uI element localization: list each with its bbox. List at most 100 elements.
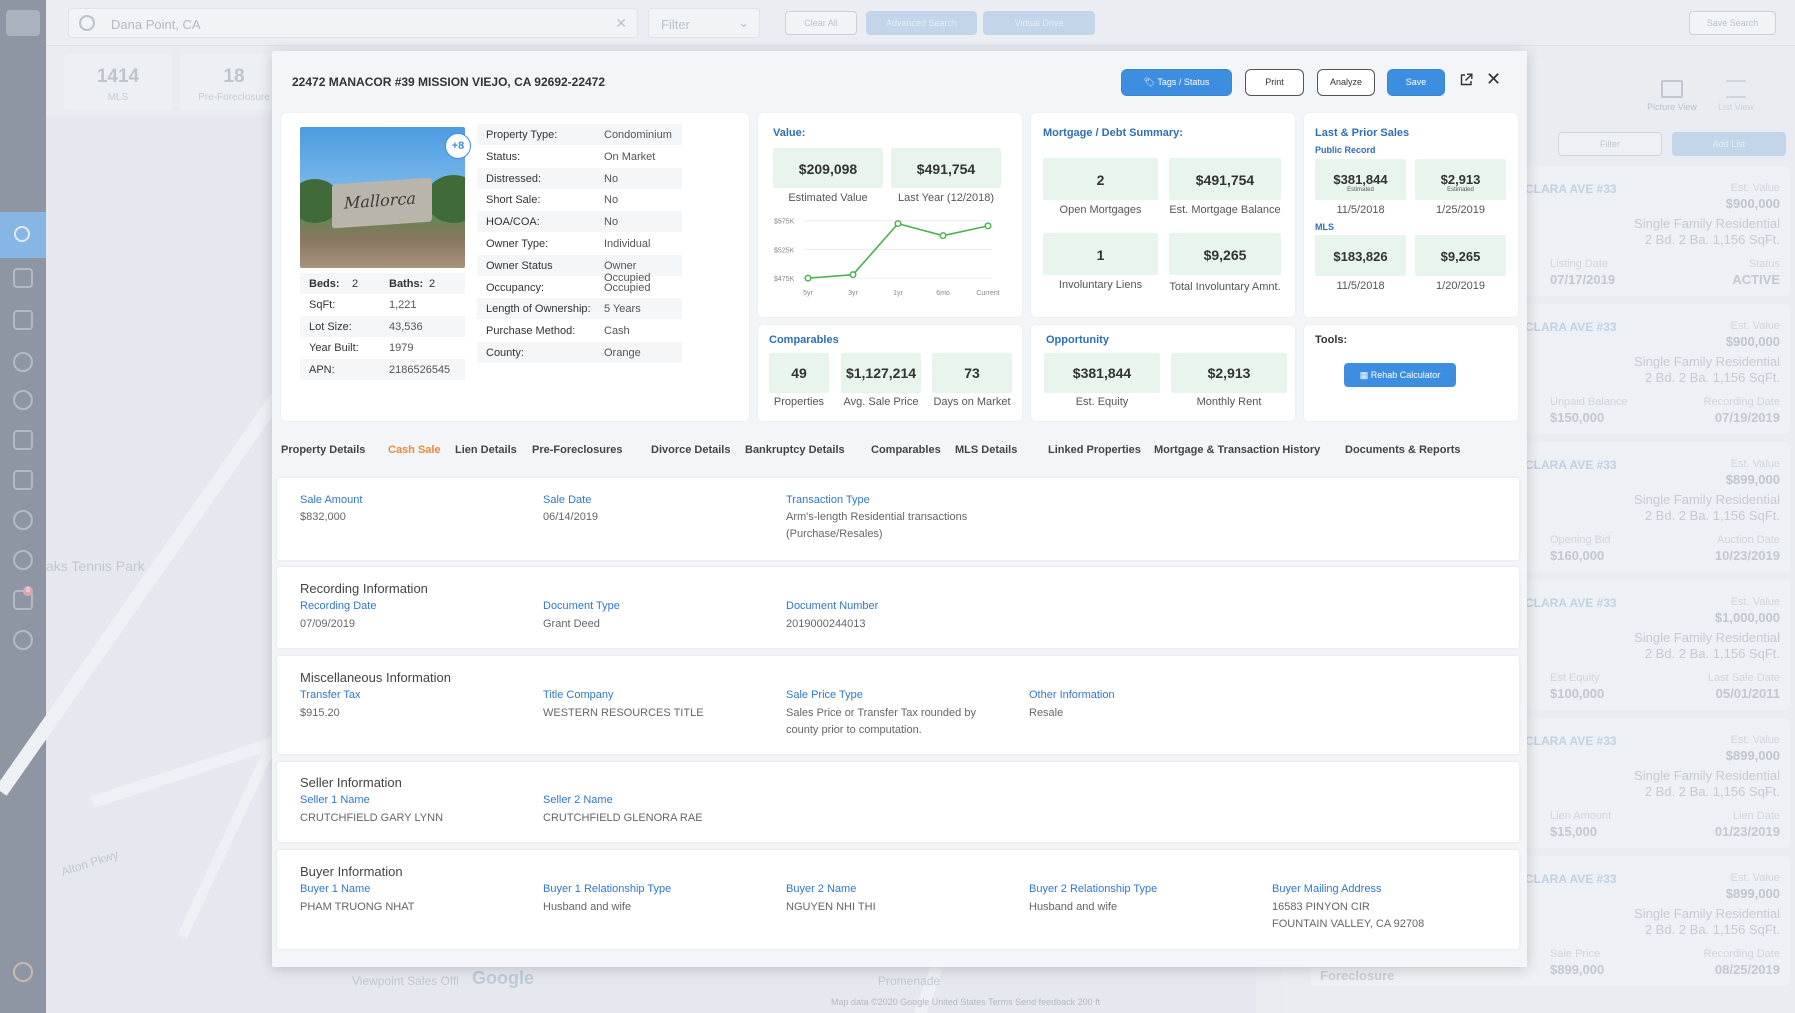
detail-label: Baths: xyxy=(389,278,424,290)
open-mortgages-tile: 2 xyxy=(1043,158,1158,200)
tab-linked-properties[interactable]: Linked Properties xyxy=(1048,444,1141,456)
tab-documents-reports[interactable]: Documents & Reports xyxy=(1345,444,1461,456)
tab-lien-details[interactable]: Lien Details xyxy=(455,444,517,456)
tile-value: $491,754 xyxy=(1195,172,1255,188)
property-field-row: Owner Type: Individual xyxy=(477,233,682,254)
tab-comparables[interactable]: Comparables xyxy=(871,444,941,456)
est-equity-tile: $381,844 xyxy=(1044,353,1160,393)
property-field-value: Condominium xyxy=(604,129,672,141)
tile-label: Monthly Rent xyxy=(1196,396,1262,408)
print-button[interactable]: Print xyxy=(1245,69,1304,96)
rehab-calculator-button[interactable]: ▦ Rehab Calculator xyxy=(1344,363,1456,387)
chart-y-tick-label: $525K xyxy=(774,247,795,254)
field-label: Other Information xyxy=(1029,689,1115,701)
chart-point[interactable] xyxy=(849,271,857,279)
analyze-button[interactable]: Analyze xyxy=(1317,69,1375,96)
field-label: Transfer Tax xyxy=(300,689,361,701)
detail-beds: Beds: 2 xyxy=(300,273,380,294)
property-field-value: Occupied xyxy=(604,281,651,294)
panel-title: Mortgage / Debt Summary: xyxy=(1043,127,1183,139)
tile-value: $2,913 xyxy=(1440,172,1481,187)
tags-status-label: Tags / Status xyxy=(1157,77,1210,87)
chart-x-tick-label: 6mo xyxy=(936,290,950,297)
tile-label: Properties xyxy=(773,396,825,408)
tags-status-button[interactable]: 🏷︎ Tags / Status xyxy=(1121,69,1232,96)
field-value: Husband and wife xyxy=(1029,901,1118,913)
property-field-label: Distressed: xyxy=(486,172,542,185)
detail-row: APN: 2186526545 xyxy=(300,359,465,380)
property-field-value: Cash xyxy=(604,325,630,338)
tile-label: Involuntary Liens xyxy=(1058,279,1143,291)
field-value: 06/14/2019 xyxy=(543,511,599,523)
field-value: NGUYEN NHI THI xyxy=(786,901,876,913)
sale-date: 11/5/2018 xyxy=(1336,204,1385,216)
field-label: Transaction Type xyxy=(786,494,870,506)
close-icon[interactable]: ✕ xyxy=(1486,70,1501,88)
tab-divorce-details[interactable]: Divorce Details xyxy=(651,444,730,456)
field-value: Resale xyxy=(1029,707,1064,719)
detail-label: SqFt: xyxy=(309,299,336,311)
field-label: Buyer Mailing Address xyxy=(1272,883,1382,895)
tile-label: Open Mortgages xyxy=(1059,204,1142,216)
property-photo[interactable]: Mallorca xyxy=(300,127,465,268)
chart-point[interactable] xyxy=(804,274,812,282)
field-label: Seller 1 Name xyxy=(300,794,370,806)
tile-label: Avg. Sale Price xyxy=(843,396,919,408)
detail-value: 43,536 xyxy=(389,321,423,333)
chart-y-tick-label: $575K xyxy=(774,219,795,226)
tab-pre-foreclosures[interactable]: Pre-Foreclosures xyxy=(532,444,622,456)
tile-value: $209,098 xyxy=(798,161,858,177)
field-value: 16583 PINYON CIR xyxy=(1272,901,1370,913)
detail-label: APN: xyxy=(309,364,335,376)
field-label: Sale Price Type xyxy=(786,689,863,701)
property-overview-panel: Mallorca +8 Beds: 2 Baths: 2 SqFt: 1,221 L… xyxy=(281,113,749,421)
involuntary-amount-tile: $9,265 xyxy=(1169,233,1281,275)
property-field-label: Property Type: xyxy=(486,129,558,141)
field-label: Buyer 2 Name xyxy=(786,883,857,895)
property-field-row: Short Sale: No xyxy=(477,189,682,210)
field-value: $832,000 xyxy=(300,511,346,523)
community-sign: Mallorca xyxy=(332,177,432,229)
chart-point[interactable] xyxy=(939,232,947,240)
tile-value: 49 xyxy=(791,365,807,381)
field-value: county prior to computation. xyxy=(786,724,922,736)
property-field-label: Purchase Method: xyxy=(486,325,576,338)
value-panel: Value: $209,098 Estimated Value $491,754… xyxy=(758,113,1022,317)
tab-cash-sale[interactable]: Cash Sale xyxy=(388,444,441,456)
detail-value: 2 xyxy=(352,278,359,290)
field-value: WESTERN RESOURCES TITLE xyxy=(543,707,704,719)
sale-date: 1/25/2019 xyxy=(1436,204,1485,216)
detail-row: Year Built: 1979 xyxy=(300,337,465,358)
panel-title: Last & Prior Sales xyxy=(1315,127,1410,139)
comparables-panel[interactable]: Comparables 49 Properties $1,127,214 Avg… xyxy=(758,325,1022,421)
tile-label: Estimated Value xyxy=(788,192,868,204)
chart-point[interactable] xyxy=(984,222,992,230)
detail-row: Lot Size: 43,536 xyxy=(300,316,465,337)
field-label: Sale Amount xyxy=(300,494,363,506)
estimated-tag: Estimated xyxy=(1347,187,1374,193)
tile-value: $381,844 xyxy=(1333,172,1388,187)
public-record-label: Public Record xyxy=(1315,145,1376,155)
tab-property-details[interactable]: Property Details xyxy=(281,444,365,456)
field-value: FOUNTAIN VALLEY, CA 92708 xyxy=(1272,918,1425,930)
mortgage-debt-panel: Mortgage / Debt Summary: 2 Open Mortgage… xyxy=(1031,113,1295,317)
property-field-value: Orange xyxy=(604,347,641,359)
property-field-value: On Market xyxy=(604,150,656,163)
property-field-value: 5 Years xyxy=(604,303,641,316)
tab-mls-details[interactable]: MLS Details xyxy=(955,444,1017,456)
tag-icon: 🏷︎ xyxy=(1143,77,1156,87)
field-label: Sale Date xyxy=(543,494,592,506)
tab-mortgage-transaction-history[interactable]: Mortgage & Transaction History xyxy=(1154,444,1320,456)
field-label: Buyer 1 Relationship Type xyxy=(543,883,672,895)
save-button[interactable]: Save xyxy=(1387,69,1445,96)
property-field-row: HOA/COA: No xyxy=(477,211,682,233)
seller-information-section: Seller Information Seller 1 Name CRUTCHF… xyxy=(277,762,1519,842)
chart-x-tick-label: Current xyxy=(976,290,999,297)
detail-value: 2 xyxy=(429,278,436,290)
tab-bankruptcy-details[interactable]: Bankruptcy Details xyxy=(745,444,845,456)
photo-count-badge[interactable]: +8 xyxy=(445,133,471,159)
property-field-label: County: xyxy=(486,347,524,359)
open-external-icon[interactable] xyxy=(1460,73,1473,86)
tile-value: $491,754 xyxy=(916,161,976,177)
chart-point[interactable] xyxy=(894,220,902,228)
